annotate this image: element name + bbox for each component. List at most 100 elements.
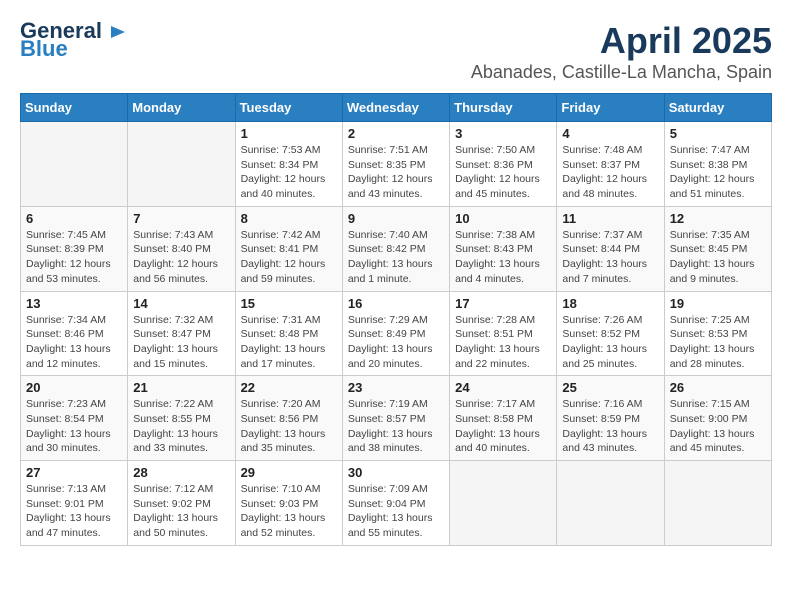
day-info: Sunrise: 7:42 AM Sunset: 8:41 PM Dayligh… — [241, 228, 337, 287]
day-info: Sunrise: 7:45 AM Sunset: 8:39 PM Dayligh… — [26, 228, 122, 287]
day-info: Sunrise: 7:17 AM Sunset: 8:58 PM Dayligh… — [455, 397, 551, 456]
day-info: Sunrise: 7:15 AM Sunset: 9:00 PM Dayligh… — [670, 397, 766, 456]
calendar-cell: 19 Sunrise: 7:25 AM Sunset: 8:53 PM Dayli… — [664, 291, 771, 376]
calendar-cell: 5 Sunrise: 7:47 AM Sunset: 8:38 PM Daylig… — [664, 122, 771, 207]
calendar-cell: 2 Sunrise: 7:51 AM Sunset: 8:35 PM Daylig… — [342, 122, 449, 207]
day-info: Sunrise: 7:50 AM Sunset: 8:36 PM Dayligh… — [455, 143, 551, 202]
calendar-cell: 7 Sunrise: 7:43 AM Sunset: 8:40 PM Daylig… — [128, 206, 235, 291]
weekday-header-saturday: Saturday — [664, 94, 771, 122]
day-number: 1 — [241, 126, 337, 141]
day-info: Sunrise: 7:12 AM Sunset: 9:02 PM Dayligh… — [133, 482, 229, 541]
day-number: 8 — [241, 211, 337, 226]
calendar-cell: 28Sunrise: 7:12 AM Sunset: 9:02 PM Dayli… — [128, 461, 235, 546]
day-info: Sunrise: 7:29 AM Sunset: 8:49 PM Dayligh… — [348, 313, 444, 372]
calendar-cell: 12 Sunrise: 7:35 AM Sunset: 8:45 PM Dayli… — [664, 206, 771, 291]
day-info: Sunrise: 7:25 AM Sunset: 8:53 PM Dayligh… — [670, 313, 766, 372]
day-info: Sunrise: 7:28 AM Sunset: 8:51 PM Dayligh… — [455, 313, 551, 372]
calendar-cell: 21 Sunrise: 7:22 AM Sunset: 8:55 PM Dayli… — [128, 376, 235, 461]
calendar-cell: 8 Sunrise: 7:42 AM Sunset: 8:41 PM Daylig… — [235, 206, 342, 291]
weekday-header-monday: Monday — [128, 94, 235, 122]
day-number: 24 — [455, 380, 551, 395]
day-number: 14 — [133, 296, 229, 311]
day-number: 12 — [670, 211, 766, 226]
logo-arrow-icon — [109, 23, 127, 41]
calendar-table: SundayMondayTuesdayWednesdayThursdayFrid… — [20, 93, 772, 546]
calendar-cell — [450, 461, 557, 546]
calendar-cell: 3 Sunrise: 7:50 AM Sunset: 8:36 PM Daylig… — [450, 122, 557, 207]
calendar-cell — [557, 461, 664, 546]
day-info: Sunrise: 7:26 AM Sunset: 8:52 PM Dayligh… — [562, 313, 658, 372]
day-info: Sunrise: 7:13 AM Sunset: 9:01 PM Dayligh… — [26, 482, 122, 541]
day-number: 6 — [26, 211, 122, 226]
day-number: 19 — [670, 296, 766, 311]
logo: General Blue — [20, 20, 127, 60]
calendar-week-3: 13 Sunrise: 7:34 AM Sunset: 8:46 PM Dayli… — [21, 291, 772, 376]
day-info: Sunrise: 7:48 AM Sunset: 8:37 PM Dayligh… — [562, 143, 658, 202]
weekday-header-tuesday: Tuesday — [235, 94, 342, 122]
day-number: 21 — [133, 380, 229, 395]
calendar-cell — [21, 122, 128, 207]
day-number: 5 — [670, 126, 766, 141]
day-info: Sunrise: 7:32 AM Sunset: 8:47 PM Dayligh… — [133, 313, 229, 372]
calendar-cell: 13 Sunrise: 7:34 AM Sunset: 8:46 PM Dayli… — [21, 291, 128, 376]
calendar-cell — [128, 122, 235, 207]
calendar-cell: 15 Sunrise: 7:31 AM Sunset: 8:48 PM Dayli… — [235, 291, 342, 376]
calendar-cell: 6 Sunrise: 7:45 AM Sunset: 8:39 PM Daylig… — [21, 206, 128, 291]
day-number: 9 — [348, 211, 444, 226]
page-subtitle: Abanades, Castille-La Mancha, Spain — [471, 62, 772, 83]
weekday-header-friday: Friday — [557, 94, 664, 122]
day-info: Sunrise: 7:37 AM Sunset: 8:44 PM Dayligh… — [562, 228, 658, 287]
calendar-cell: 23Sunrise: 7:19 AM Sunset: 8:57 PM Dayli… — [342, 376, 449, 461]
day-info: Sunrise: 7:22 AM Sunset: 8:55 PM Dayligh… — [133, 397, 229, 456]
day-number: 25 — [562, 380, 658, 395]
page-title: April 2025 — [471, 20, 772, 62]
day-number: 3 — [455, 126, 551, 141]
day-number: 27 — [26, 465, 122, 480]
day-number: 4 — [562, 126, 658, 141]
day-number: 10 — [455, 211, 551, 226]
weekday-header-thursday: Thursday — [450, 94, 557, 122]
day-number: 18 — [562, 296, 658, 311]
day-info: Sunrise: 7:09 AM Sunset: 9:04 PM Dayligh… — [348, 482, 444, 541]
day-number: 20 — [26, 380, 122, 395]
calendar-cell: 14 Sunrise: 7:32 AM Sunset: 8:47 PM Dayli… — [128, 291, 235, 376]
calendar-week-5: 27 Sunrise: 7:13 AM Sunset: 9:01 PM Dayli… — [21, 461, 772, 546]
day-number: 22 — [241, 380, 337, 395]
day-info: Sunrise: 7:31 AM Sunset: 8:48 PM Dayligh… — [241, 313, 337, 372]
title-block: April 2025 Abanades, Castille-La Mancha,… — [471, 20, 772, 83]
day-number: 16 — [348, 296, 444, 311]
day-number: 13 — [26, 296, 122, 311]
calendar-cell: 24 Sunrise: 7:17 AM Sunset: 8:58 PM Dayli… — [450, 376, 557, 461]
calendar-cell: 10Sunrise: 7:38 AM Sunset: 8:43 PM Dayli… — [450, 206, 557, 291]
weekday-header-row: SundayMondayTuesdayWednesdayThursdayFrid… — [21, 94, 772, 122]
calendar-cell: 20Sunrise: 7:23 AM Sunset: 8:54 PM Dayli… — [21, 376, 128, 461]
day-info: Sunrise: 7:53 AM Sunset: 8:34 PM Dayligh… — [241, 143, 337, 202]
day-info: Sunrise: 7:47 AM Sunset: 8:38 PM Dayligh… — [670, 143, 766, 202]
day-info: Sunrise: 7:34 AM Sunset: 8:46 PM Dayligh… — [26, 313, 122, 372]
day-info: Sunrise: 7:51 AM Sunset: 8:35 PM Dayligh… — [348, 143, 444, 202]
day-number: 17 — [455, 296, 551, 311]
calendar-cell: 4 Sunrise: 7:48 AM Sunset: 8:37 PM Daylig… — [557, 122, 664, 207]
calendar-cell: 25Sunrise: 7:16 AM Sunset: 8:59 PM Dayli… — [557, 376, 664, 461]
day-number: 29 — [241, 465, 337, 480]
day-info: Sunrise: 7:10 AM Sunset: 9:03 PM Dayligh… — [241, 482, 337, 541]
calendar-week-1: 1 Sunrise: 7:53 AM Sunset: 8:34 PM Daylig… — [21, 122, 772, 207]
calendar-cell: 26Sunrise: 7:15 AM Sunset: 9:00 PM Dayli… — [664, 376, 771, 461]
calendar-cell: 11 Sunrise: 7:37 AM Sunset: 8:44 PM Dayli… — [557, 206, 664, 291]
day-info: Sunrise: 7:43 AM Sunset: 8:40 PM Dayligh… — [133, 228, 229, 287]
calendar-week-4: 20Sunrise: 7:23 AM Sunset: 8:54 PM Dayli… — [21, 376, 772, 461]
day-info: Sunrise: 7:40 AM Sunset: 8:42 PM Dayligh… — [348, 228, 444, 287]
day-info: Sunrise: 7:20 AM Sunset: 8:56 PM Dayligh… — [241, 397, 337, 456]
calendar-cell — [664, 461, 771, 546]
calendar-week-2: 6 Sunrise: 7:45 AM Sunset: 8:39 PM Daylig… — [21, 206, 772, 291]
calendar-cell: 9 Sunrise: 7:40 AM Sunset: 8:42 PM Daylig… — [342, 206, 449, 291]
logo-blue-text: Blue — [20, 38, 68, 60]
day-number: 15 — [241, 296, 337, 311]
page-header: General Blue April 2025 Abanades, Castil… — [20, 20, 772, 83]
day-info: Sunrise: 7:35 AM Sunset: 8:45 PM Dayligh… — [670, 228, 766, 287]
calendar-cell: 18 Sunrise: 7:26 AM Sunset: 8:52 PM Dayli… — [557, 291, 664, 376]
day-number: 11 — [562, 211, 658, 226]
day-number: 2 — [348, 126, 444, 141]
weekday-header-sunday: Sunday — [21, 94, 128, 122]
day-number: 7 — [133, 211, 229, 226]
